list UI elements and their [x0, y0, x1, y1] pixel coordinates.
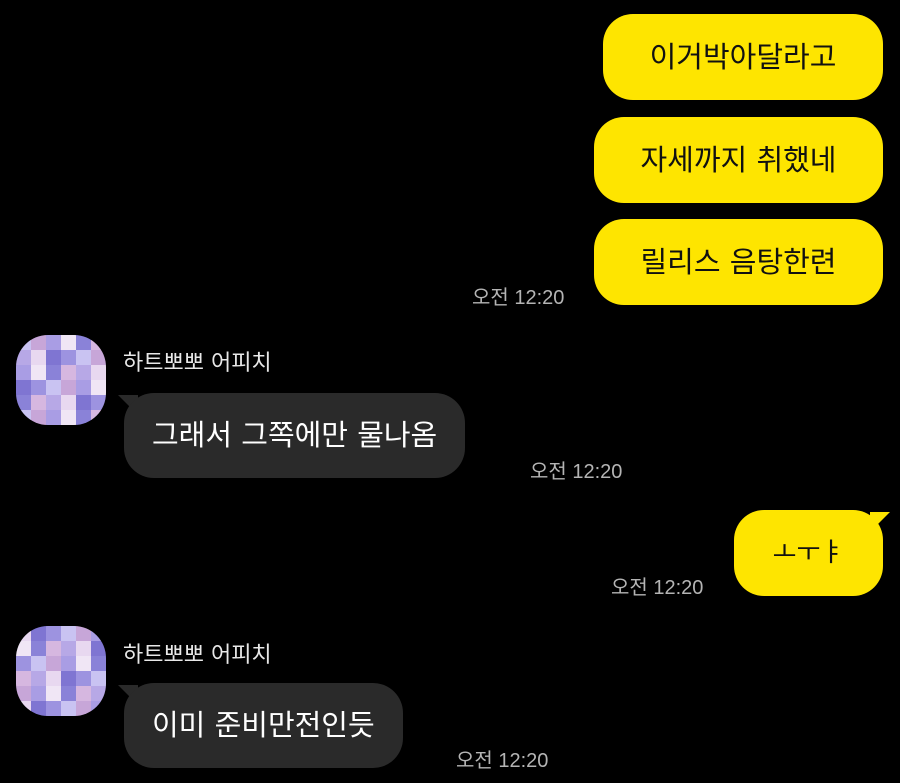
message-text: 릴리스 음탕한련 — [640, 244, 837, 279]
sender-name: 하트뽀뽀 어피치 — [123, 643, 272, 668]
my-message-bubble[interactable]: 릴리스 음탕한련 — [594, 219, 883, 305]
their-message-bubble[interactable]: 이미 준비만전인듯 — [124, 683, 403, 768]
message-text: ㅗㅜㅑ — [772, 538, 845, 568]
my-message-bubble[interactable]: ㅗㅜㅑ — [734, 510, 883, 596]
my-message-bubble[interactable]: 이거박아달라고 — [603, 14, 883, 100]
my-message-bubble[interactable]: 자세까지 취했네 — [594, 117, 883, 203]
message-timestamp: 오전 12:20 — [456, 750, 549, 772]
their-message-bubble[interactable]: 그래서 그쪽에만 물나옴 — [124, 393, 466, 478]
sender-avatar[interactable] — [16, 626, 106, 716]
message-timestamp: 오전 12:20 — [530, 461, 623, 483]
message-text: 이미 준비만전인듯 — [152, 708, 375, 742]
sender-name: 하트뽀뽀 어피치 — [123, 351, 272, 376]
sender-avatar[interactable] — [16, 335, 106, 425]
message-text: 이거박아달라고 — [649, 39, 837, 74]
message-text: 그래서 그쪽에만 물나옴 — [152, 418, 438, 452]
message-timestamp: 오전 12:20 — [472, 287, 565, 309]
message-text: 자세까지 취했네 — [640, 142, 837, 177]
message-timestamp: 오전 12:20 — [611, 577, 704, 599]
